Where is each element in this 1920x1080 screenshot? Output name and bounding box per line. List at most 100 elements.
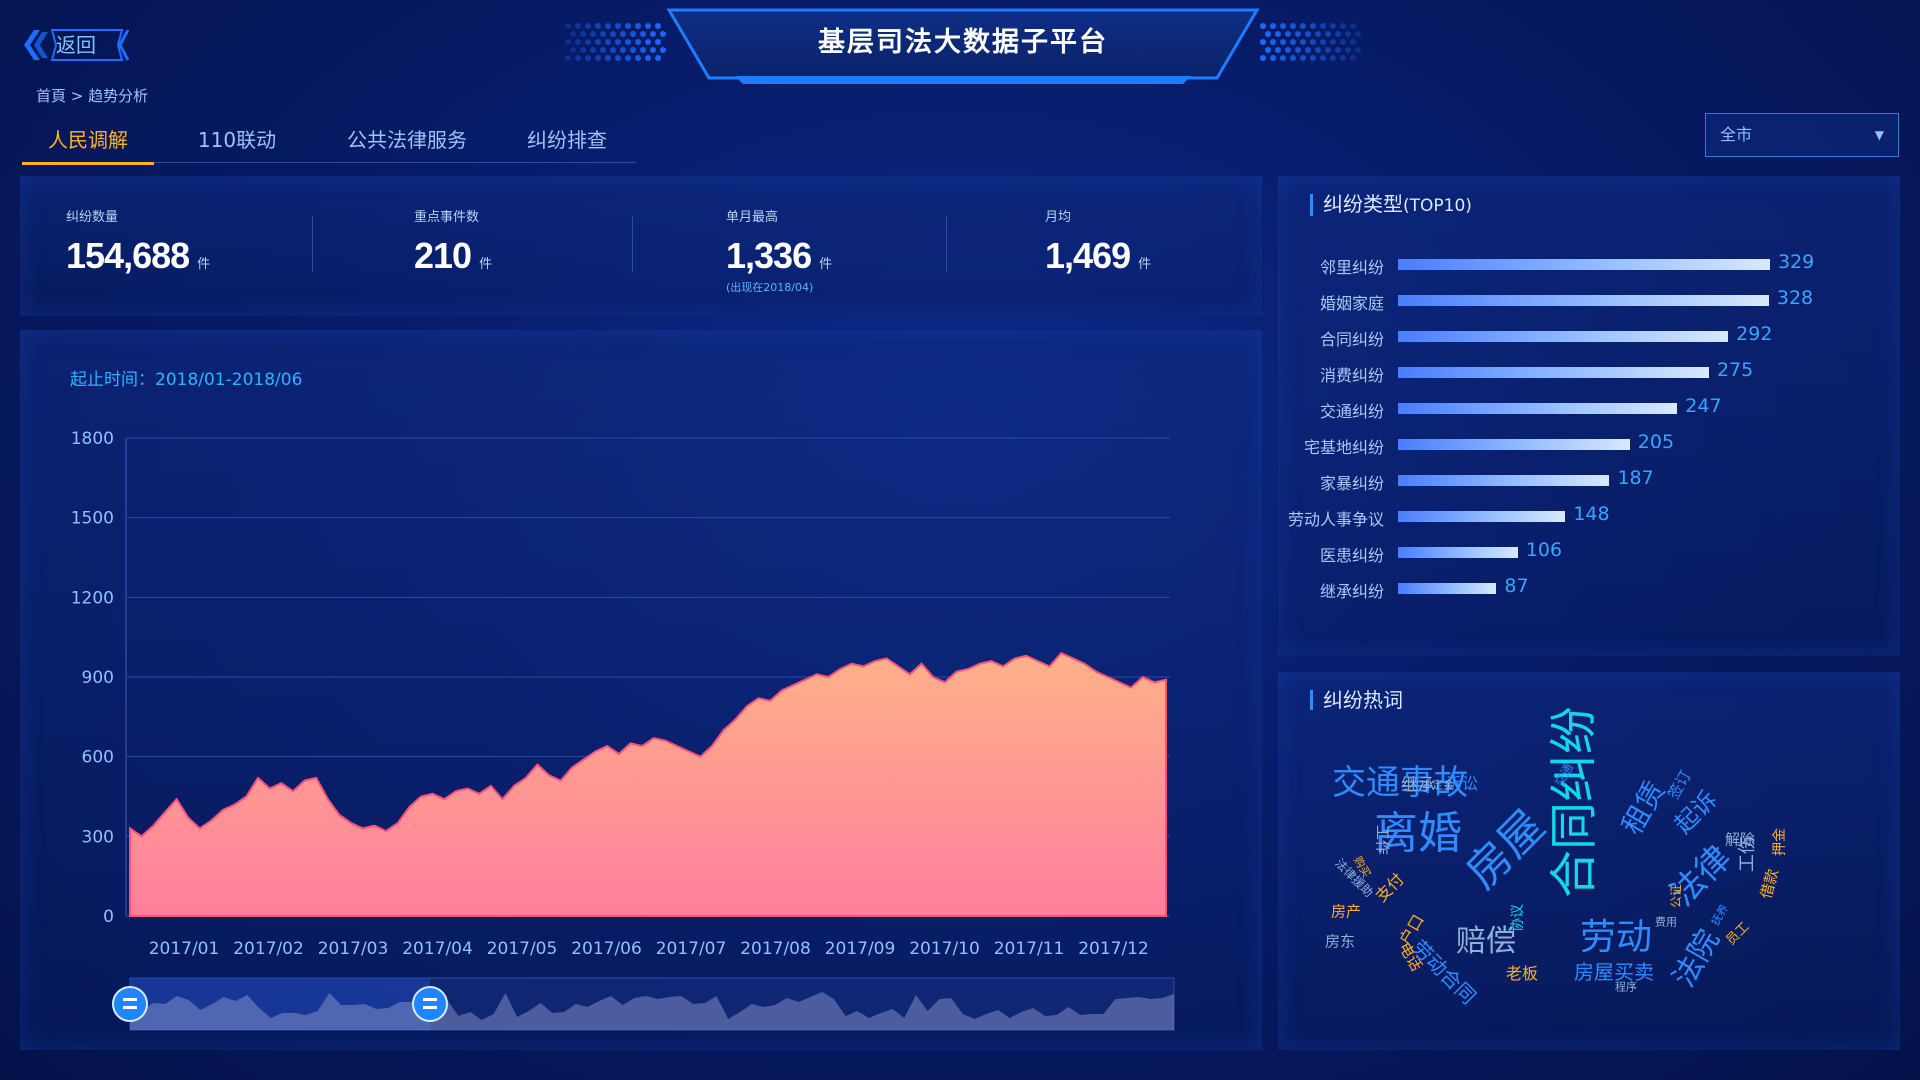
dot-icon bbox=[1320, 23, 1326, 29]
dot-icon bbox=[635, 23, 641, 29]
dot-icon bbox=[1350, 23, 1356, 29]
stats-panel: 纠纷数量 154,688 件 重点事件数 210 件 单月最高 1,336 件 (出现… bbox=[20, 176, 1262, 316]
dot-icon bbox=[610, 47, 616, 53]
dot-icon bbox=[1310, 55, 1316, 61]
dot-icon bbox=[1305, 31, 1311, 37]
dot-icon bbox=[645, 23, 651, 29]
dot-icon bbox=[1340, 55, 1346, 61]
hot-word: 借款 bbox=[1756, 867, 1783, 901]
dot-icon bbox=[615, 39, 621, 45]
back-button[interactable]: 返回 bbox=[22, 26, 130, 64]
hot-word: 费用 bbox=[1655, 915, 1677, 929]
dot-icon bbox=[1280, 23, 1286, 29]
dot-icon bbox=[575, 55, 581, 61]
dot-icon bbox=[640, 31, 646, 37]
tab-people-mediation[interactable]: 人民调解 bbox=[22, 122, 154, 165]
dot-icon bbox=[1340, 39, 1346, 45]
x-tick-label: 2017/10 bbox=[909, 939, 980, 959]
hot-word: 工作 bbox=[1373, 824, 1392, 856]
dot-icon bbox=[635, 55, 641, 61]
dispute-types-bar-chart: 邻里纠纷 329 婚姻家庭 328 合同纠纷 292 消费纠纷 275 交通纠纷 247 宅基地纠纷… bbox=[1278, 176, 1900, 656]
hot-word: 员工 bbox=[1723, 919, 1753, 949]
tab-110-linkage[interactable]: 110联动 bbox=[182, 122, 292, 162]
hot-word: 法院 bbox=[1666, 924, 1727, 994]
dot-icon bbox=[1320, 55, 1326, 61]
dot-icon bbox=[615, 55, 621, 61]
bar bbox=[1398, 475, 1610, 486]
stat-value: 210 bbox=[414, 235, 472, 276]
y-tick-label: 1200 bbox=[71, 588, 114, 608]
dot-icon bbox=[1265, 47, 1271, 53]
bar-value-label: 247 bbox=[1685, 395, 1722, 417]
dot-icon bbox=[1270, 39, 1276, 45]
dot-icon bbox=[1275, 31, 1281, 37]
dot-icon bbox=[605, 23, 611, 29]
stat-dispute-count: 纠纷数量 154,688 件 bbox=[66, 206, 210, 277]
stat-note: (出现在2018/04) bbox=[726, 281, 814, 294]
dot-icon bbox=[1325, 31, 1331, 37]
dot-icon bbox=[590, 47, 596, 53]
stat-monthly-average: 月均 1,469 件 bbox=[1045, 206, 1151, 277]
stat-monthly-max: 单月最高 1,336 件 (出现在2018/04) bbox=[726, 206, 832, 295]
dot-icon bbox=[590, 31, 596, 37]
bar-value-label: 205 bbox=[1637, 431, 1675, 453]
dot-icon bbox=[1330, 39, 1336, 45]
bar-value-label: 292 bbox=[1736, 323, 1773, 345]
tab-dispute-screening[interactable]: 纠纷排查 bbox=[512, 122, 622, 162]
bar-value-label: 106 bbox=[1525, 539, 1563, 561]
dot-icon bbox=[625, 39, 631, 45]
region-select[interactable]: 全市 ▼ bbox=[1705, 113, 1899, 157]
stat-value: 1,336 bbox=[726, 235, 812, 276]
dot-icon bbox=[1295, 31, 1301, 37]
dot-icon bbox=[1345, 31, 1351, 37]
dot-icon bbox=[580, 47, 586, 53]
stat-value-wrap: 1,469 件 bbox=[1045, 235, 1151, 277]
stat-value-wrap: 154,688 件 bbox=[66, 235, 210, 277]
dot-icon bbox=[1320, 39, 1326, 45]
hot-word: 房屋买卖 bbox=[1574, 960, 1654, 984]
dot-icon bbox=[595, 23, 601, 29]
hot-word: 房东 bbox=[1324, 932, 1356, 951]
dot-icon bbox=[645, 39, 651, 45]
hot-word: 继承 bbox=[1401, 775, 1435, 796]
dot-icon bbox=[655, 39, 661, 45]
dot-icon bbox=[650, 31, 656, 37]
bar-category-label: 宅基地纠纷 bbox=[1303, 438, 1384, 457]
hot-word: 程序 bbox=[1615, 980, 1637, 994]
bar-value-label: 148 bbox=[1573, 503, 1610, 525]
dot-icon bbox=[1305, 47, 1311, 53]
zoom-handle-left[interactable] bbox=[112, 986, 148, 1022]
dot-icon bbox=[1330, 55, 1336, 61]
dot-icon bbox=[1295, 47, 1301, 53]
dot-icon bbox=[640, 47, 646, 53]
dot-icon bbox=[1270, 55, 1276, 61]
dot-icon bbox=[1310, 23, 1316, 29]
dot-icon bbox=[615, 23, 621, 29]
bar bbox=[1398, 547, 1518, 558]
stat-label: 重点事件数 bbox=[414, 210, 480, 225]
dot-icon bbox=[610, 31, 616, 37]
trend-chart-panel: 起止时间：2018/01-2018/06 0 300 600 900 1200 1500 1… bbox=[20, 330, 1262, 1050]
tab-public-legal-service[interactable]: 公共法律服务 bbox=[327, 122, 487, 162]
dot-icon bbox=[585, 55, 591, 61]
bar bbox=[1398, 259, 1770, 270]
dot-icon bbox=[595, 39, 601, 45]
zoom-handle-right[interactable] bbox=[412, 986, 448, 1022]
dot-icon bbox=[580, 31, 586, 37]
bar bbox=[1398, 403, 1678, 414]
dot-icon bbox=[1285, 31, 1291, 37]
dot-icon bbox=[1270, 23, 1276, 29]
bar-category-label: 家暴纠纷 bbox=[1319, 474, 1384, 493]
x-tick-label: 2017/07 bbox=[656, 939, 727, 959]
dot-icon bbox=[1340, 23, 1346, 29]
stat-label: 纠纷数量 bbox=[66, 210, 119, 225]
x-tick-label: 2017/06 bbox=[571, 939, 642, 959]
dot-icon bbox=[1290, 55, 1296, 61]
hot-words-panel: 纠纷热词 合同纠纷 离婚 房屋 劳动 法律 交通事故 法院 赔偿 租赁 起诉 房屋买卖 劳动合同 继承诉… bbox=[1278, 672, 1900, 1050]
trend-area-series bbox=[129, 651, 1167, 917]
x-tick-label: 2017/09 bbox=[825, 939, 896, 959]
stat-value: 1,469 bbox=[1045, 235, 1131, 276]
x-tick-label: 2017/03 bbox=[318, 939, 389, 959]
dot-icon bbox=[1300, 55, 1306, 61]
dot-icon bbox=[620, 31, 626, 37]
